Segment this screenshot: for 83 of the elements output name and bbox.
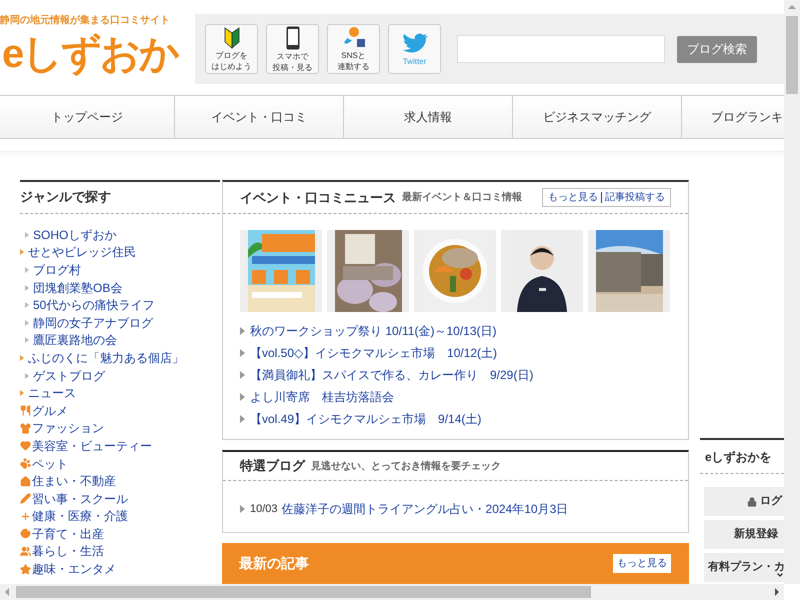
- genre-link[interactable]: 子育て・出産: [32, 526, 104, 541]
- header-link-button[interactable]: ブログを はじめよう: [205, 24, 258, 74]
- genre-link[interactable]: 静岡の女子アナブログ: [33, 316, 153, 330]
- star-icon: [20, 564, 31, 575]
- bullet-icon: [25, 372, 29, 379]
- genre-link[interactable]: せとやビレッジ住民: [28, 245, 136, 260]
- genre-link[interactable]: 50代からの痛快ライフ: [33, 298, 154, 312]
- header-link-button[interactable]: スマホで 投稿・見る: [266, 24, 319, 74]
- smartphone-icon: [286, 26, 300, 50]
- nav-tab[interactable]: ビジネスマッチング: [513, 96, 682, 138]
- heart-icon: [20, 440, 31, 452]
- event-link[interactable]: 【満員御礼】スパイスで作る、カレー作り 9/29(日): [250, 366, 534, 384]
- genre-link[interactable]: ふじのくに「魅力ある個店」: [28, 350, 184, 365]
- event-link[interactable]: 【vol.50◇】イシモクマルシェ市場 10/12(土): [250, 344, 498, 362]
- bullet-icon: [240, 349, 245, 357]
- section-heading: ジャンルで探す: [20, 188, 112, 206]
- post-date: 10/03: [250, 502, 278, 517]
- bullet-icon: [240, 371, 245, 379]
- house-icon: [20, 476, 31, 487]
- section-heading: eしずおかを: [704, 449, 773, 466]
- genre-link[interactable]: 美容室・ビューティー: [32, 438, 152, 453]
- baby-icon: [20, 528, 31, 540]
- bullet-icon: [25, 320, 29, 326]
- bullet-icon: [20, 390, 24, 396]
- genre-link[interactable]: ファッション: [32, 421, 104, 436]
- login-button[interactable]: ログ: [704, 487, 784, 516]
- genre-link[interactable]: 団塊創業塾OB会: [33, 280, 122, 295]
- menu-button[interactable]: 有料プラン・カ: [704, 553, 784, 582]
- section-heading: イベント・口コミニュース: [240, 188, 396, 207]
- bullet-icon: [25, 266, 29, 273]
- horizontal-scrollbar[interactable]: [0, 584, 784, 600]
- shirt-icon: [20, 422, 31, 434]
- leaf-mark-icon: [224, 27, 240, 49]
- genre-link[interactable]: SOHOしずおか: [33, 228, 116, 242]
- more-link[interactable]: もっと見る: [613, 554, 671, 573]
- register-button[interactable]: 新規登録: [704, 520, 784, 549]
- genre-link[interactable]: 趣味・エンタメ: [32, 562, 116, 576]
- cross-icon: [20, 510, 31, 522]
- caret-icon: [776, 571, 784, 579]
- genre-link[interactable]: 習い事・スクール: [32, 492, 128, 506]
- bird-icon: [402, 32, 428, 54]
- nav-tab[interactable]: 求人情報: [344, 96, 513, 138]
- post-article-link[interactable]: 記事投稿する: [605, 190, 665, 205]
- genre-link[interactable]: 住まい・不動産: [32, 474, 116, 488]
- paw-icon: [20, 458, 31, 470]
- genre-link[interactable]: ペット: [32, 456, 68, 471]
- bullet-icon: [20, 354, 24, 361]
- lock-icon: [747, 496, 757, 506]
- bullet-icon: [25, 337, 29, 344]
- event-link[interactable]: 秋のワークショップ祭り 10/11(金)～10/13(日): [250, 322, 496, 340]
- site-tagline: 静岡の地元情報が集まる口コミサイト: [0, 14, 171, 28]
- search-button[interactable]: ブログ検索: [677, 36, 757, 62]
- bullet-icon: [240, 393, 245, 401]
- bullet-icon: [240, 505, 245, 513]
- nav-tab[interactable]: イベント・口コミ: [175, 96, 344, 138]
- genre-link[interactable]: グルメ: [32, 404, 68, 418]
- bullet-icon: [25, 232, 29, 238]
- more-link[interactable]: もっと見る: [548, 190, 598, 205]
- genre-link[interactable]: 暮らし・生活: [32, 544, 104, 558]
- section-heading: 特選ブログ: [240, 457, 305, 476]
- genre-link[interactable]: 健康・医療・介護: [32, 509, 128, 524]
- genre-link[interactable]: ブログ村: [33, 262, 81, 277]
- pencil-icon: [20, 493, 31, 504]
- bullet-icon: [240, 415, 245, 423]
- blog-post-link[interactable]: 佐藤洋子の週間トライアングル占い・2024年10月3日: [282, 500, 568, 518]
- header-link-button[interactable]: SNSと 連動する: [327, 24, 380, 74]
- genre-link[interactable]: 鷹匠裏路地の会: [33, 333, 117, 348]
- search-field[interactable]: [457, 35, 665, 63]
- section-subtitle: 最新イベント＆口コミ情報: [402, 190, 522, 205]
- event-link[interactable]: 【vol.49】イシモクマルシェ市場 9/14(土): [250, 410, 482, 428]
- section-subtitle: 見逃せない、とっておき情報を要チェック: [311, 460, 501, 474]
- vertical-scrollbar[interactable]: [784, 0, 800, 584]
- bullet-icon: [25, 302, 29, 308]
- genre-link[interactable]: ニュース: [28, 386, 76, 400]
- section-heading: 最新の記事: [239, 554, 309, 573]
- bullet-icon: [20, 249, 24, 256]
- people-icon: [20, 546, 31, 557]
- nav-tab[interactable]: トップページ: [0, 96, 175, 138]
- genre-link[interactable]: ゲストブログ: [33, 368, 105, 383]
- bullet-icon: [240, 327, 245, 335]
- event-link[interactable]: よし川寄席 桂吉坊落語会: [250, 388, 394, 406]
- cutlery-icon: [20, 405, 31, 416]
- bullet-icon: [25, 284, 29, 291]
